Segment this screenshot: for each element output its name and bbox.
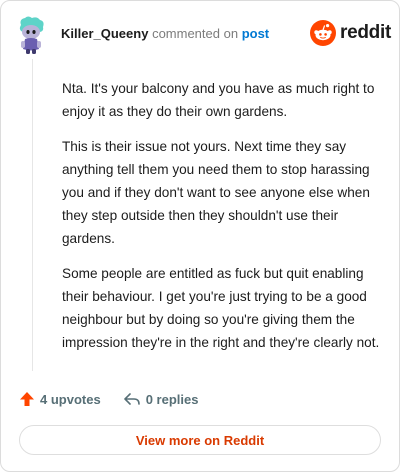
reddit-brand[interactable]: reddit	[310, 20, 391, 46]
post-link[interactable]: post	[242, 26, 269, 41]
snoo-avatar-icon	[19, 16, 44, 54]
reddit-wordmark: reddit	[340, 22, 391, 43]
thread-line	[32, 59, 33, 371]
view-more-button[interactable]: View more on Reddit	[19, 425, 381, 455]
upvote-arrow-icon	[20, 392, 34, 406]
embedded-comment-card: Killer_Queeny commented on post reddit N…	[0, 0, 400, 472]
comment-paragraph: Some people are entitled as fuck but qui…	[62, 266, 380, 350]
comment-paragraph: Nta. It's your balcony and you have as m…	[62, 81, 375, 119]
comment-paragraph: This is their issue not yours. Next time…	[62, 139, 370, 246]
upvotes-count: 4 upvotes	[40, 391, 101, 407]
commented-on-text: commented on	[152, 26, 239, 41]
comment-body: Nta. It's your balcony and you have as m…	[62, 77, 380, 366]
upvote-button[interactable]: 4 upvotes	[19, 391, 101, 407]
comment-actions: 4 upvotes 0 replies	[19, 391, 198, 407]
comment-header: Killer_Queeny commented on post	[61, 26, 269, 41]
replies-button[interactable]: 0 replies	[123, 391, 199, 407]
username-link[interactable]: Killer_Queeny	[61, 26, 148, 41]
replies-count: 0 replies	[145, 391, 199, 407]
reddit-logo-icon	[310, 20, 336, 46]
reply-arrow-icon	[123, 393, 140, 405]
avatar[interactable]	[13, 15, 49, 55]
